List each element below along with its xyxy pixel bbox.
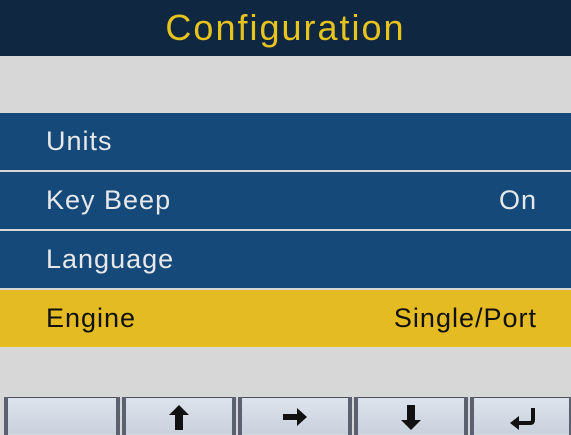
softkey-bar	[0, 397, 571, 435]
menu-item-label: Language	[46, 244, 175, 274]
menu-item-value: On	[498, 185, 537, 215]
menu-list: Units Key Beep On Language Engine Single…	[0, 113, 571, 347]
menu-item-label: Units	[46, 126, 113, 156]
title-bar: Configuration	[0, 0, 571, 56]
menu-item-key-beep[interactable]: Key Beep On	[0, 172, 571, 229]
menu-item-engine[interactable]: Engine Single/Port	[0, 290, 571, 347]
configuration-screen: Configuration Units Key Beep On Language…	[0, 0, 571, 435]
arrow-up-icon	[169, 405, 189, 430]
blank-area	[0, 347, 571, 397]
softkey-enter-button[interactable]	[470, 397, 571, 435]
menu-item-language[interactable]: Language	[0, 231, 571, 288]
menu-item-label: Engine	[46, 303, 137, 333]
enter-return-icon	[509, 408, 535, 430]
softkey-right-button[interactable]	[238, 397, 352, 435]
softkey-up-button[interactable]	[122, 397, 236, 435]
softkey-blank[interactable]	[4, 397, 120, 435]
menu-item-units[interactable]: Units	[0, 113, 571, 170]
menu-item-value: Single/Port	[393, 303, 537, 333]
arrow-right-icon	[283, 408, 307, 426]
softkey-down-button[interactable]	[354, 397, 468, 435]
page-title: Configuration	[165, 7, 406, 48]
menu-item-label: Key Beep	[46, 185, 172, 215]
arrow-down-icon	[401, 405, 421, 430]
blank-row	[0, 56, 571, 113]
